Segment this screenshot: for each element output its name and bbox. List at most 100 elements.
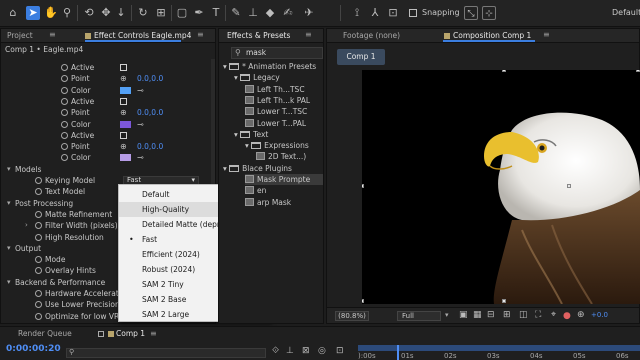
workspace-label[interactable]: Default xyxy=(612,8,640,17)
transform-handle[interactable] xyxy=(362,299,364,303)
resolution-dropdown[interactable]: Full xyxy=(397,311,441,321)
tab-footage[interactable]: Footage (none) xyxy=(343,31,400,40)
stopwatch-icon[interactable] xyxy=(61,154,68,162)
orbit-camera-icon[interactable]: ⟲ xyxy=(82,6,96,20)
chevron-down-icon[interactable]: ▾ xyxy=(7,198,11,209)
dolly-camera-icon[interactable]: ↓ xyxy=(114,6,128,20)
chevron-down-icon[interactable]: ▾ xyxy=(7,277,11,288)
camera-icon[interactable]: ⌖ xyxy=(551,310,556,320)
zoom-tool-icon[interactable]: ⚲ xyxy=(60,6,74,20)
type-tool-icon[interactable]: T xyxy=(209,6,223,20)
tree-item[interactable]: ▾ Expressions xyxy=(245,140,309,151)
stopwatch-icon[interactable] xyxy=(35,290,42,297)
stopwatch-icon[interactable] xyxy=(61,75,68,83)
active-checkbox[interactable] xyxy=(120,97,127,105)
home-icon[interactable]: ⌂ xyxy=(6,6,20,20)
exposure-value[interactable]: +0.0 xyxy=(591,311,608,319)
clone-stamp-icon[interactable]: ⊥ xyxy=(246,6,260,20)
active-checkbox[interactable] xyxy=(120,131,127,139)
transform-handle[interactable] xyxy=(362,184,364,188)
composition-canvas[interactable] xyxy=(362,70,640,304)
brush-tool-icon[interactable]: ✎ xyxy=(229,6,243,20)
tab-composition[interactable]: Composition Comp 1 xyxy=(453,31,531,40)
snapping-icon[interactable]: ⤡ xyxy=(464,6,478,20)
point-target-icon[interactable]: ⊕ xyxy=(120,73,127,84)
tab-effects-presets[interactable]: Effects & Presets xyxy=(227,31,290,40)
eyedropper-icon[interactable]: ⊸ xyxy=(137,152,144,163)
stopwatch-icon[interactable] xyxy=(35,312,42,320)
chevron-down-icon[interactable]: ▾ xyxy=(7,243,11,254)
guides-icon[interactable]: ⊞ xyxy=(503,310,511,320)
axis-world-icon[interactable]: ⅄ xyxy=(368,6,382,20)
exposure-reset-icon[interactable]: ⊕ xyxy=(577,310,585,320)
chevron-down-icon[interactable]: ▾ xyxy=(7,164,11,175)
roto-brush-icon[interactable]: ✍ xyxy=(281,6,295,20)
pan-behind-icon[interactable]: ⊞ xyxy=(154,6,168,20)
puppet-pin-icon[interactable]: ✈ xyxy=(302,6,316,20)
eyedropper-icon[interactable]: ⊸ xyxy=(137,119,144,130)
region-of-interest-icon[interactable]: ▣ xyxy=(459,310,468,320)
stopwatch-icon[interactable] xyxy=(61,64,68,71)
zoom-dropdown[interactable]: (80.8%) xyxy=(335,311,369,321)
stopwatch-icon[interactable] xyxy=(61,109,68,117)
tree-item[interactable]: en xyxy=(245,185,266,196)
point-value[interactable]: 0.0,0.0 xyxy=(137,107,163,118)
rectangle-tool-icon[interactable]: ▢ xyxy=(175,6,189,20)
snapping-options-icon[interactable]: ⊹ xyxy=(482,6,496,20)
transform-handle[interactable] xyxy=(502,299,506,303)
tab-project[interactable]: Project xyxy=(7,31,33,40)
tab-effect-controls[interactable]: Effect Controls Eagle.mp4 xyxy=(94,31,191,40)
snapping-checkbox[interactable] xyxy=(409,9,417,17)
tree-item[interactable]: Left Th...k PAL xyxy=(245,95,310,106)
stopwatch-icon[interactable] xyxy=(61,97,68,105)
effects-search-input[interactable]: ⚲ mask xyxy=(231,47,323,59)
stopwatch-icon[interactable] xyxy=(61,86,68,94)
panel-menu-icon[interactable]: ≡ xyxy=(197,30,204,39)
point-value[interactable]: 0.0,0.0 xyxy=(137,141,163,152)
tree-item[interactable]: ▾ Legacy xyxy=(234,72,280,83)
eyedropper-icon[interactable]: ⊸ xyxy=(137,85,144,96)
color-swatch[interactable] xyxy=(120,120,131,128)
chevron-down-icon[interactable]: ▾ xyxy=(445,311,449,319)
point-value[interactable]: 0.0,0.0 xyxy=(137,73,163,84)
tree-item[interactable]: ▾ Blace Plugins xyxy=(223,163,292,174)
stopwatch-icon[interactable] xyxy=(35,177,42,184)
panel-menu-icon[interactable]: ≡ xyxy=(305,30,312,39)
3d-view-icon[interactable]: ◫ xyxy=(519,310,528,320)
point-target-icon[interactable]: ⊕ xyxy=(120,141,127,152)
panel-menu-icon[interactable]: ≡ xyxy=(49,30,56,39)
rotate-tool-icon[interactable]: ↻ xyxy=(136,6,150,20)
chevron-right-icon[interactable]: › xyxy=(25,220,28,231)
hand-tool-icon[interactable]: ✋ xyxy=(44,6,58,20)
tree-item[interactable]: 2D Text...) xyxy=(256,151,306,162)
transparency-grid-icon[interactable]: ▦ xyxy=(473,310,482,320)
stopwatch-icon[interactable] xyxy=(35,233,42,241)
transform-handle[interactable] xyxy=(636,70,640,72)
stopwatch-icon[interactable] xyxy=(35,222,42,230)
axis-view-icon[interactable]: ⊡ xyxy=(386,6,400,20)
stopwatch-icon[interactable] xyxy=(61,143,68,151)
active-checkbox[interactable] xyxy=(120,64,127,71)
snapshot-icon[interactable]: ⛶ xyxy=(535,310,541,320)
point-target-icon[interactable]: ⊕ xyxy=(120,107,127,118)
eraser-tool-icon[interactable]: ◆ xyxy=(263,6,277,20)
tree-item[interactable]: Left Th...TSC xyxy=(245,84,305,95)
chevron-down-icon[interactable]: ▾ xyxy=(191,177,195,184)
panel-menu-icon[interactable]: ≡ xyxy=(543,30,550,39)
tree-item[interactable]: ▾ Text xyxy=(234,129,268,140)
color-swatch[interactable] xyxy=(120,154,131,162)
tree-item[interactable]: Mask Prompte xyxy=(245,174,323,185)
stopwatch-icon[interactable] xyxy=(35,301,42,309)
color-channel-icon[interactable]: ● xyxy=(563,311,571,321)
pan-camera-icon[interactable]: ✥ xyxy=(99,6,113,20)
pen-tool-icon[interactable]: ✒ xyxy=(192,6,206,20)
stopwatch-icon[interactable] xyxy=(35,188,42,196)
stopwatch-icon[interactable] xyxy=(35,267,42,275)
color-swatch[interactable] xyxy=(120,86,131,94)
stopwatch-icon[interactable] xyxy=(61,131,68,139)
comp-navigator-button[interactable]: Comp 1 xyxy=(337,49,385,65)
transform-handle[interactable] xyxy=(502,70,506,72)
mask-visibility-icon[interactable]: ⊟ xyxy=(487,310,495,320)
tree-item[interactable]: arp Mask xyxy=(245,197,291,208)
stopwatch-icon[interactable] xyxy=(35,256,42,264)
